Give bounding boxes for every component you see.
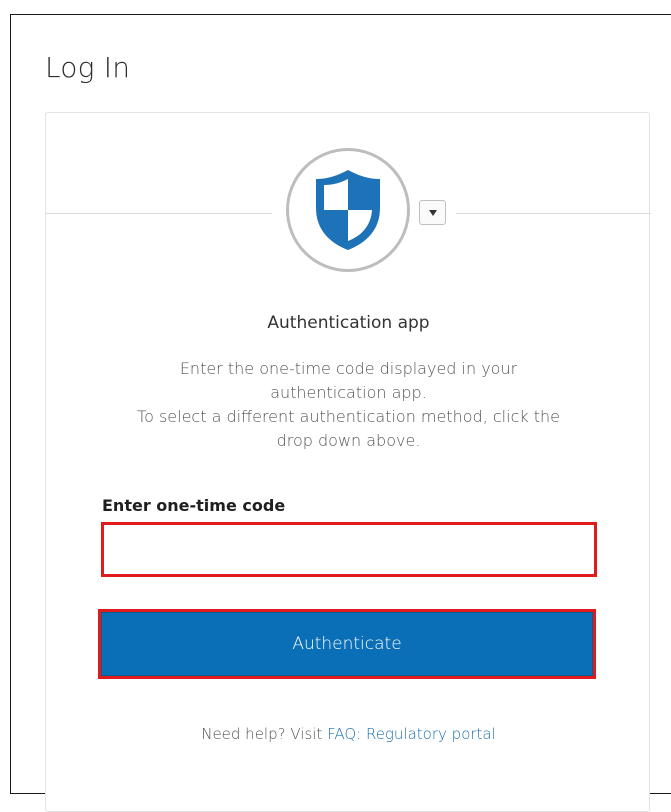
factor-logo	[286, 148, 410, 272]
help-prefix: Need help? Visit	[201, 725, 328, 743]
instruction-line: authentication app.	[270, 383, 427, 402]
login-frame: Log In Authentication app Enter the one-…	[10, 14, 671, 812]
faq-link[interactable]: FAQ: Regulatory portal	[327, 725, 496, 743]
factor-instructions: Enter the one-time code displayed in you…	[86, 357, 611, 453]
caret-down-icon	[428, 209, 437, 216]
auth-card: Authentication app Enter the one-time co…	[45, 112, 651, 812]
instruction-line: Enter the one-time code displayed in you…	[179, 359, 518, 378]
authenticate-button-highlight: Authenticate	[98, 609, 596, 679]
factor-dropdown-button[interactable]	[419, 200, 446, 225]
divider-left	[46, 213, 272, 214]
page-title: Log In	[45, 51, 131, 84]
divider-right	[456, 213, 651, 214]
one-time-code-input[interactable]	[101, 522, 597, 577]
help-text: Need help? Visit FAQ: Regulatory portal	[46, 725, 651, 743]
factor-heading: Authentication app	[267, 313, 430, 333]
code-field-label: Enter one-time code	[102, 496, 286, 515]
shield-icon	[316, 170, 380, 250]
instruction-line: To select a different authentication met…	[137, 407, 560, 426]
instruction-line: drop down above.	[276, 431, 421, 450]
authenticate-button[interactable]: Authenticate	[101, 612, 593, 676]
